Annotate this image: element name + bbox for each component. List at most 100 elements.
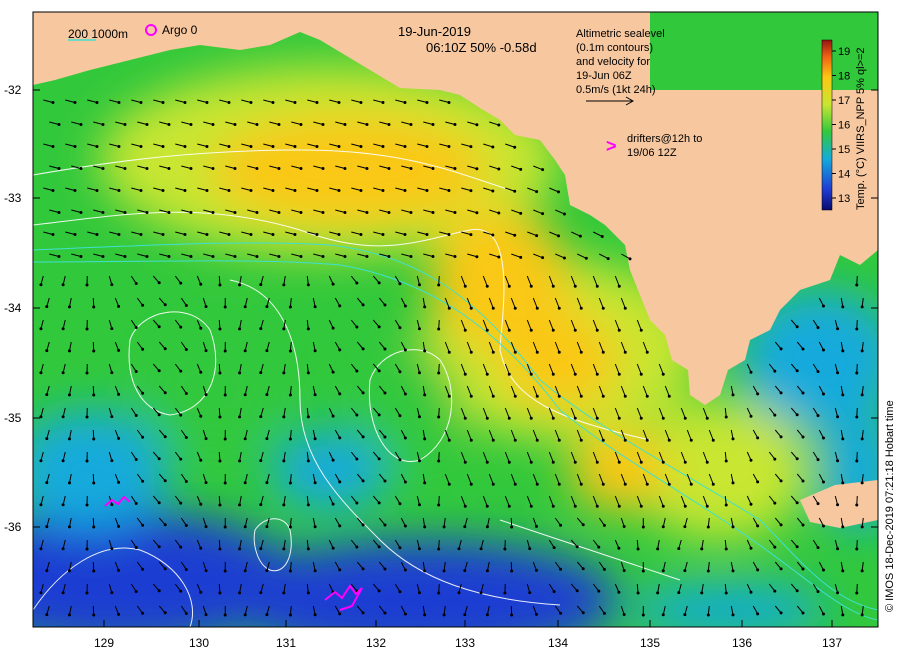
velocity-arrow-head (218, 371, 222, 375)
velocity-arrow-head (313, 613, 317, 617)
velocity-arrow-head (423, 525, 427, 529)
velocity-arrow-head (92, 569, 96, 573)
velocity-arrow-head (101, 122, 105, 126)
velocity-arrow-head (306, 415, 310, 419)
velocity-arrow-head (463, 525, 467, 529)
velocity-arrow-head (491, 394, 495, 398)
velocity-arrow-head (306, 591, 310, 595)
colorbar-tick-label: 13 (838, 193, 850, 205)
velocity-arrow-head (447, 350, 451, 354)
velocity-arrow-head (134, 282, 138, 286)
velocity-arrow-head (293, 188, 297, 192)
velocity-arrow-head (573, 460, 577, 464)
velocity-arrow-head (623, 394, 627, 398)
velocity-arrow-head (836, 503, 840, 507)
velocity-arrow-head (573, 504, 577, 508)
velocity-arrow-head (141, 391, 145, 395)
credit-stamp: © IMOS 18-Dec-2019 07:21:18 Hobart time (884, 400, 896, 612)
velocity-arrow-head (756, 612, 760, 616)
velocity-arrow-head (141, 347, 145, 351)
velocity-arrow-head (556, 190, 560, 194)
velocity-arrow-head (157, 501, 161, 505)
velocity-arrow-head (551, 460, 555, 464)
velocity-arrow-head (377, 501, 381, 505)
velocity-arrow-head (795, 369, 799, 373)
velocity-arrow-head (117, 524, 121, 528)
velocity-arrow-head (238, 547, 242, 551)
velocity-arrow-head (836, 371, 840, 375)
velocity-arrow-head (535, 438, 539, 442)
velocity-arrow-head (67, 305, 71, 309)
velocity-arrow-head (579, 394, 583, 398)
velocity-arrow-head (355, 325, 359, 329)
velocity-arrow-head (145, 122, 149, 126)
velocity-arrow-head (343, 122, 347, 126)
velocity-arrow-head (189, 166, 193, 170)
velocity-arrow-head (204, 305, 208, 309)
velocity-arrow-head (836, 415, 840, 419)
velocity-arrow-head (95, 232, 99, 236)
velocity-arrow-head (179, 281, 183, 285)
velocity-arrow-head (398, 502, 402, 506)
velocity-arrow-head (101, 210, 105, 214)
velocity-arrow-head (683, 525, 687, 529)
velocity-arrow-head (199, 458, 203, 462)
lat-label: -34 (4, 301, 22, 315)
velocity-arrow-head (821, 568, 825, 572)
velocity-arrow-head (557, 482, 561, 486)
velocity-arrow-head (110, 547, 114, 551)
velocity-arrow-head (343, 166, 347, 170)
velocity-arrow-head (595, 504, 599, 508)
velocity-arrow-head (623, 306, 627, 310)
velocity-arrow-head (749, 502, 753, 506)
velocity-arrow-head (338, 436, 342, 440)
velocity-arrow-head (259, 547, 263, 551)
velocity-arrow-head (601, 438, 605, 442)
velocity-arrow-head (39, 283, 43, 287)
velocity-arrow-head (535, 350, 539, 354)
velocity-arrow-head (497, 167, 501, 171)
velocity-arrow-head (417, 283, 421, 287)
velocity-arrow-head (801, 479, 805, 483)
velocity-arrow-head (355, 457, 359, 461)
velocity-arrow-head (167, 210, 171, 214)
velocity-arrow-head (123, 210, 127, 214)
velocity-arrow-head (855, 547, 859, 551)
velocity-arrow-head (313, 481, 317, 485)
velocity-arrow-head (457, 591, 461, 595)
velocity-arrow-head (184, 567, 188, 571)
velocity-arrow-head (595, 328, 599, 332)
velocity-arrow-head (485, 525, 489, 529)
velocity-arrow-head (700, 591, 704, 595)
velocity-arrow-head (595, 416, 599, 420)
velocity-arrow-head (661, 416, 665, 420)
velocity-arrow-head (623, 482, 627, 486)
velocity-arrow-head (656, 547, 660, 551)
velocity-arrow-head (277, 210, 281, 214)
velocity-arrow-head (179, 501, 183, 505)
velocity-arrow-head (579, 350, 583, 354)
velocity-arrow-head (204, 481, 208, 485)
velocity-arrow-head (355, 545, 359, 549)
velocity-arrow-head (255, 122, 259, 126)
velocity-arrow-head (223, 481, 227, 485)
velocity-arrow-head (45, 525, 49, 529)
velocity-arrow-head (141, 523, 145, 527)
velocity-arrow-head (243, 305, 247, 309)
velocity-arrow-head (575, 589, 579, 593)
velocity-arrow-head (485, 328, 489, 332)
velocity-arrow-head (403, 144, 407, 148)
velocity-arrow-head (475, 255, 479, 259)
velocity-arrow-head (836, 547, 840, 551)
velocity-arrow-head (639, 460, 643, 464)
velocity-arrow-head (617, 460, 621, 464)
velocity-arrow-head (398, 590, 402, 594)
altimetry-line-4: 0.5m/s (1kt 24h) (576, 84, 655, 96)
velocity-arrow-head (639, 372, 643, 376)
velocity-arrow-head (117, 568, 121, 572)
velocity-arrow-head (163, 435, 167, 439)
velocity-arrow-head (601, 482, 605, 486)
velocity-arrow-head (552, 590, 556, 594)
velocity-arrow-head (425, 144, 429, 148)
velocity-arrow-head (249, 100, 253, 104)
